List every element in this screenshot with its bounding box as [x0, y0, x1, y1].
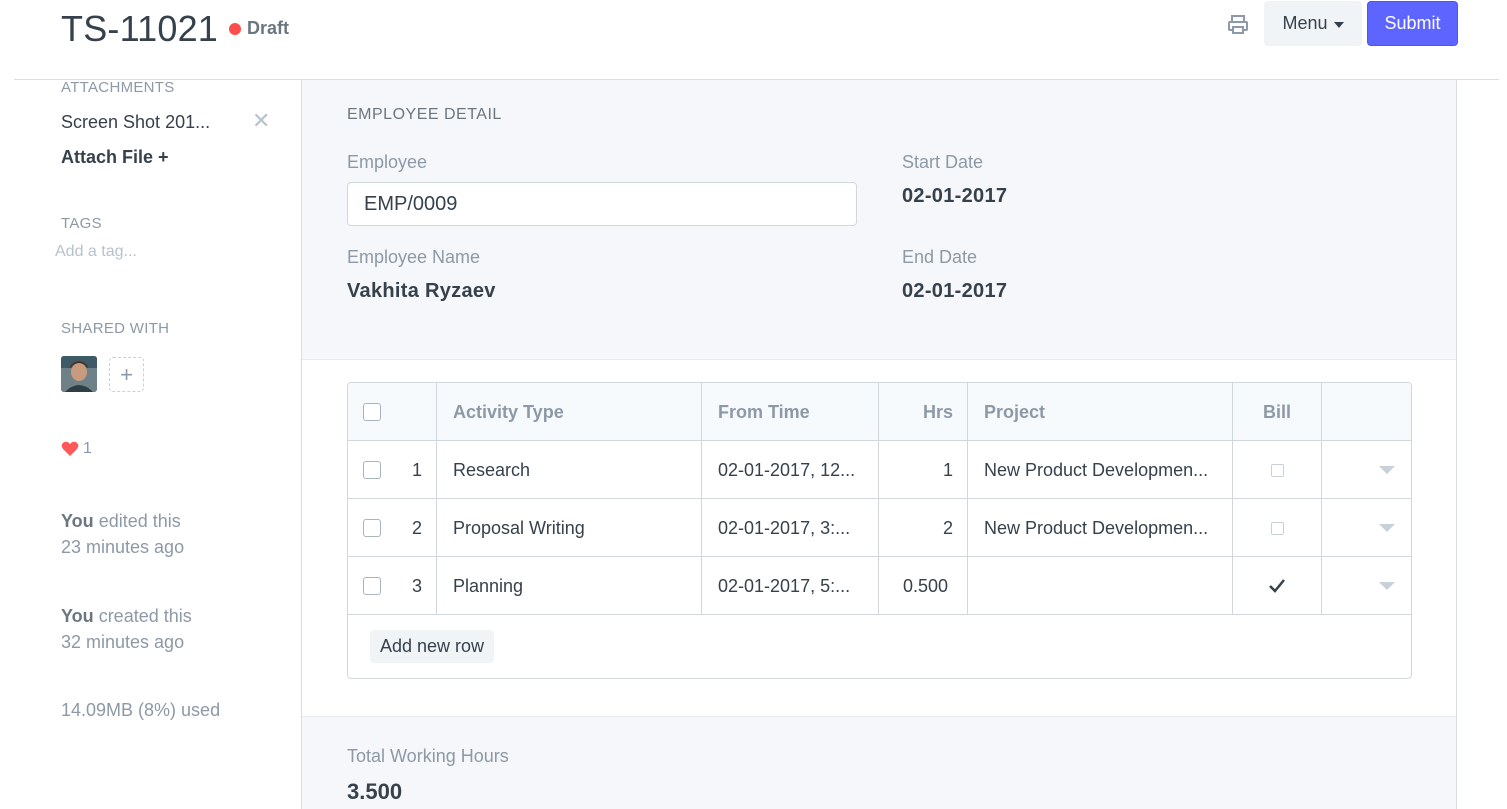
start-date-label: Start Date [902, 152, 984, 172]
timeline-item: You edited this 23 minutes ago [61, 508, 184, 560]
start-date-value: 02-01-2017 [902, 185, 1008, 207]
cell-from-time[interactable]: 02-01-2017, 3:... [701, 499, 878, 557]
timeline-actor: You [61, 511, 94, 531]
tags-heading: TAGS [61, 215, 102, 232]
column-header-activity-type[interactable]: Activity Type [436, 383, 701, 441]
menu-button-label: Menu [1282, 13, 1328, 33]
table-header-row: Activity Type From Time Hrs Project Bill [348, 383, 1411, 441]
end-date-label: End Date [902, 247, 978, 267]
employee-name-value: Vakhita Ryzaev [347, 280, 496, 302]
timeline-time: 32 minutes ago [61, 632, 185, 652]
total-working-hours-value: 3.500 [347, 779, 403, 804]
cell-hrs[interactable]: 1 [878, 441, 967, 499]
column-header-hrs[interactable]: Hrs [878, 383, 967, 441]
add-new-row-button[interactable]: Add new row [370, 630, 495, 663]
status-indicator-dot [229, 22, 241, 35]
select-all-checkbox[interactable] [363, 403, 381, 421]
row-actions-cell [1321, 499, 1411, 557]
row-expand-icon[interactable] [1379, 582, 1395, 590]
employee-field[interactable] [347, 182, 857, 226]
caret-down-icon [1333, 21, 1344, 28]
status-badge: Draft [229, 18, 289, 39]
row-actions-cell [1321, 441, 1411, 499]
column-header-bill[interactable]: Bill [1232, 383, 1321, 441]
table-row[interactable]: 2 Proposal Writing 02-01-2017, 3:... 2 N… [348, 499, 1411, 557]
form-right-border [1456, 80, 1457, 809]
row-checkbox[interactable] [363, 577, 381, 595]
storage-usage: 14.09MB (8%) used [61, 700, 221, 720]
status-label: Draft [247, 18, 290, 38]
bill-checkbox[interactable] [1270, 521, 1284, 535]
likes-count: 1 [83, 440, 92, 457]
row-expand-icon[interactable] [1379, 524, 1395, 532]
heart-icon [61, 441, 79, 456]
cell-activity-type[interactable]: Planning [436, 557, 701, 615]
row-index: 1 [411, 459, 422, 480]
add-tag-input[interactable]: Add a tag... [55, 243, 137, 261]
timeline-time: 23 minutes ago [61, 537, 185, 557]
section-title: EMPLOYEE DETAIL [347, 106, 502, 123]
row-checkbox[interactable] [363, 461, 381, 479]
cell-from-time[interactable]: 02-01-2017, 5:... [701, 557, 878, 615]
table-row[interactable]: 3 Planning 02-01-2017, 5:... 0.500 [348, 557, 1411, 615]
page-header: TS-11021 Draft Menu Submit [0, 0, 1507, 80]
cell-project[interactable]: New Product Developmen... [967, 499, 1232, 557]
add-share-button[interactable]: + [109, 357, 144, 392]
cell-hrs[interactable]: 2 [878, 499, 967, 557]
shared-with-heading: SHARED WITH [61, 320, 170, 337]
row-actions-cell [1321, 557, 1411, 615]
timeline-action: created this [98, 606, 192, 626]
like-counter[interactable]: 1 [61, 440, 92, 458]
cell-project[interactable]: New Product Developmen... [967, 441, 1232, 499]
submit-button[interactable]: Submit [1367, 1, 1458, 46]
checkmark-icon[interactable] [1268, 578, 1286, 594]
section-divider [302, 359, 1457, 360]
timeline-action: edited this [98, 511, 181, 531]
cell-project[interactable] [967, 557, 1232, 615]
remove-attachment-icon[interactable]: ✕ [252, 108, 270, 134]
section-divider [302, 716, 1457, 717]
attachments-heading: ATTACHMENTS [61, 79, 175, 96]
cell-from-time[interactable]: 02-01-2017, 12... [701, 441, 878, 499]
cell-bill[interactable] [1232, 499, 1321, 557]
row-select-cell [363, 499, 383, 557]
row-select-cell [363, 441, 383, 499]
row-checkbox[interactable] [363, 519, 381, 537]
total-working-hours-label: Total Working Hours [347, 746, 509, 766]
row-index: 3 [411, 575, 422, 596]
attach-file-button[interactable]: Attach File + [61, 147, 169, 168]
time-logs-table: Activity Type From Time Hrs Project Bill… [347, 382, 1412, 679]
select-all-cell [363, 383, 423, 441]
menu-button[interactable]: Menu [1264, 1, 1362, 46]
bill-checkbox[interactable] [1270, 463, 1284, 477]
employee-label: Employee [347, 152, 428, 172]
cell-activity-type[interactable]: Research [436, 441, 701, 499]
column-header-actions [1321, 383, 1411, 441]
column-header-project[interactable]: Project [967, 383, 1232, 441]
row-expand-icon[interactable] [1379, 466, 1395, 474]
page-title: TS-11021 [61, 8, 219, 49]
timeline-item: You created this 32 minutes ago [61, 603, 192, 655]
column-header-from-time[interactable]: From Time [701, 383, 878, 441]
cell-bill[interactable] [1232, 557, 1321, 615]
row-select-cell [363, 557, 383, 615]
timeline-actor: You [61, 606, 94, 626]
print-icon[interactable] [1225, 12, 1251, 38]
table-row[interactable]: 1 Research 02-01-2017, 12... 1 New Produ… [348, 441, 1411, 499]
cell-bill[interactable] [1232, 441, 1321, 499]
cell-activity-type[interactable]: Proposal Writing [436, 499, 701, 557]
end-date-value: 02-01-2017 [902, 280, 1008, 302]
attachment-link[interactable]: Screen Shot 201... [61, 112, 210, 133]
avatar[interactable] [61, 356, 97, 392]
employee-name-label: Employee Name [347, 247, 481, 267]
row-index: 2 [411, 517, 422, 538]
cell-hrs[interactable]: 0.500 [878, 557, 967, 615]
